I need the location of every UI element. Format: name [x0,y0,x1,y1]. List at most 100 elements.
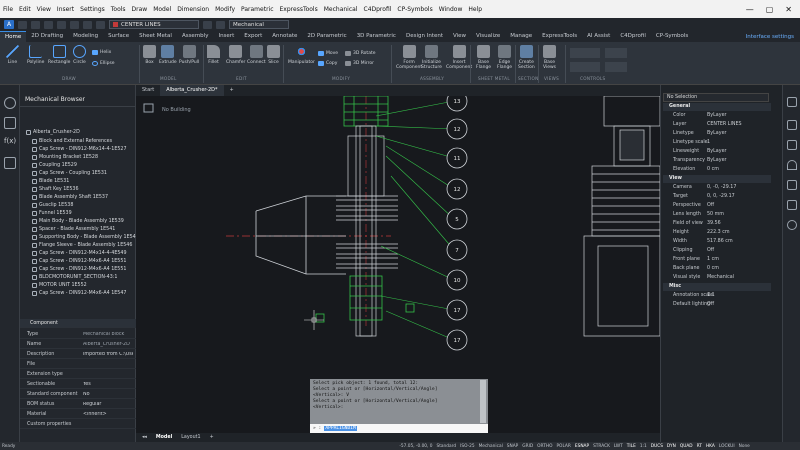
toggle-ducs[interactable]: DUCS [649,444,665,449]
selection-dropdown[interactable]: No Selection [663,93,769,102]
box-button[interactable]: Box [143,45,156,65]
annotation-scale[interactable]: 1:1 [638,444,649,449]
tree-item[interactable]: BLDCMOTORUNIT_SECTION-43:1 [32,275,117,280]
dim-style-selector[interactable]: ISO-25 [458,444,477,449]
toggle-polar[interactable]: POLAR [554,444,572,449]
maximize-button[interactable]: ▢ [766,5,774,14]
chamfer-button[interactable]: Chamfer [226,45,245,65]
menu-cp-symbols[interactable]: CP-Symbols [394,6,435,13]
balloon[interactable]: 11 [446,147,468,169]
prop-value[interactable]: 0, 0, -29.17 [707,194,735,199]
tree-item[interactable]: Cap Screw - DIN912-M4x6-A4 1E551 [32,259,126,264]
controls-grid-toggle[interactable] [570,48,600,58]
move-button[interactable]: Move [318,51,338,56]
ellipse-button[interactable]: Ellipse [92,61,115,66]
manipulator-button[interactable]: Manipulator [288,45,315,65]
prop-value[interactable]: ByLayer [707,131,727,136]
open-file-icon[interactable] [31,20,40,29]
menu-window[interactable]: Window [436,6,466,13]
menu-view[interactable]: View [34,6,54,13]
tree-item[interactable]: Main Body - Blade Assembly 1E539 [32,219,124,224]
prop-value[interactable]: Mechanical block [83,332,133,337]
prop-value[interactable]: 222.3 cm [707,230,730,235]
tab-surface[interactable]: Surface [103,31,134,42]
toggle-snap[interactable]: SNAP [505,444,520,449]
balloon[interactable]: 17 [446,329,468,351]
cube-icon[interactable] [787,140,797,150]
prop-value[interactable]: Regular [83,402,133,407]
prop-value[interactable]: 39.56 [707,221,721,226]
tree-item[interactable]: Cap Screw - DIN912-M6x14-4-1E527 [32,147,127,152]
prop-value[interactable]: CENTER LINES [707,122,742,127]
tree-item[interactable]: Blade 1E531 [32,179,69,184]
tab-manage[interactable]: Manage [505,31,537,42]
section-misc[interactable]: Misc [663,283,771,291]
menu-parametric[interactable]: Parametric [238,6,277,13]
edge-flange-button[interactable]: Edge Flange [497,45,512,70]
toggle-hka[interactable]: HKA [704,444,717,449]
tab-3d-parametric[interactable]: 3D Parametric [352,31,401,42]
match-props-icon[interactable] [203,20,212,29]
command-input-value[interactable]: APPALIGNDIM [324,426,357,431]
line-button[interactable]: Line [6,45,19,65]
prop-value[interactable]: 0 cm [707,167,719,172]
workspace-selector[interactable]: Mechanical [477,444,505,449]
image-icon[interactable] [787,180,797,190]
prop-value[interactable]: Off [707,302,714,307]
mechanical-browser-icon[interactable] [4,117,16,129]
menu-model[interactable]: Model [150,6,174,13]
prop-value[interactable]: Mechanical [707,275,734,280]
menu-tools[interactable]: Tools [108,6,129,13]
tab-home[interactable]: Home [0,31,27,42]
layers-icon[interactable] [787,120,797,130]
text-style-selector[interactable]: Standard [435,444,459,449]
command-scrollbar[interactable] [480,380,486,423]
tree-item[interactable]: Cap Screw - Coupling 1E531 [32,171,107,176]
connect-button[interactable]: Connect [247,45,266,65]
copy-button[interactable]: Copy [318,61,337,66]
menu-c4dprofil[interactable]: C4Dprofil [361,6,395,13]
menu-edit[interactable]: Edit [16,6,34,13]
component-header[interactable]: Component [20,319,136,328]
slice-button[interactable]: Slice [267,45,280,65]
gem-icon[interactable] [787,160,797,170]
insert-component-button[interactable]: Insert Component [446,45,472,70]
tree-item[interactable]: Cap Screw - DIN912-M4x6-A4 1E551 [32,267,126,272]
balloon[interactable]: 13 [446,96,468,112]
balloon[interactable]: 17 [446,299,468,321]
toggle-grid[interactable]: GRID [520,444,535,449]
toggle-quad[interactable]: QUAD [678,444,695,449]
prop-value[interactable]: <inherit> [83,412,133,417]
polyline-button[interactable]: Polyline [27,45,44,65]
tree-item[interactable]: Mounting Bracket 1E528 [32,155,98,160]
toggle-esnap[interactable]: ESNAP [573,444,591,449]
menu-help[interactable]: Help [465,6,485,13]
rectangle-button[interactable]: Rectangle [48,45,70,65]
section-view[interactable]: View [663,175,771,183]
prop-value[interactable]: 1:1 [707,293,715,298]
menu-modify[interactable]: Modify [212,6,238,13]
create-section-button[interactable]: Create Section [518,45,535,70]
toggle-strack[interactable]: STRACK [591,444,612,449]
helix-button[interactable]: Helix [92,50,111,55]
new-file-icon[interactable] [18,20,27,29]
properties-icon[interactable] [787,97,797,107]
menu-mechanical[interactable]: Mechanical [321,6,361,13]
tab-insert[interactable]: Insert [213,31,239,42]
fillet-button[interactable]: Fillet [207,45,220,65]
toggle-lockui[interactable]: LOCKUI [717,444,737,449]
tree-item[interactable]: Supporting Body - Blade Assembly 1E545 [32,235,139,240]
menu-draw[interactable]: Draw [129,6,151,13]
menu-settings[interactable]: Settings [77,6,108,13]
tab-export[interactable]: Export [239,31,267,42]
toggle-ortho[interactable]: ORTHO [535,444,554,449]
prop-value[interactable]: 1 cm [707,257,719,262]
menu-dimension[interactable]: Dimension [174,6,212,13]
tab-visualize[interactable]: Visualize [471,31,505,42]
command-input[interactable]: » : APPALIGNDIM [310,424,488,433]
table-icon[interactable] [787,200,797,210]
layer-state-icon[interactable] [96,20,105,29]
prop-value[interactable]: 50 mm [707,212,724,217]
tab-drawing[interactable]: Alberta_Crusher-2D* [160,85,224,96]
prop-value[interactable]: 0, -0, -29.17 [707,185,736,190]
